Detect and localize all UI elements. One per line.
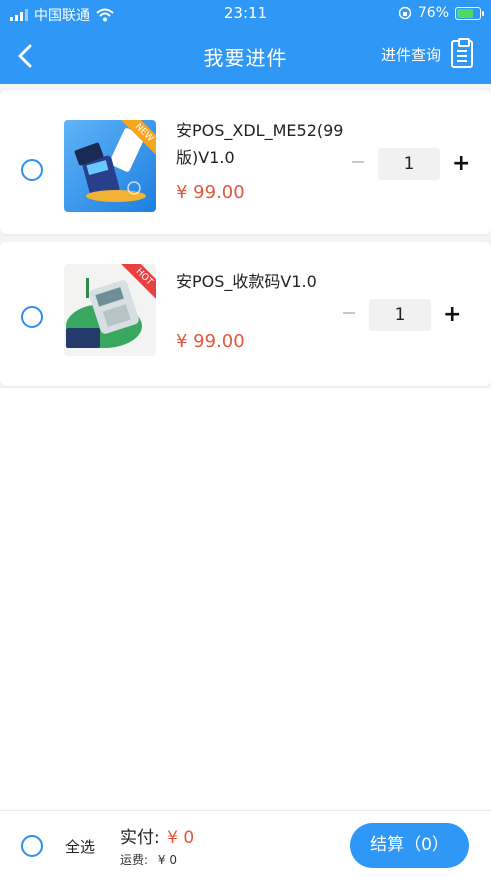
- shipping-amount: ¥ 0: [157, 853, 177, 867]
- rotation-lock-icon: [398, 6, 412, 20]
- product-name: 安POS_XDL_ME52(99版)V1.0: [176, 121, 344, 167]
- paid-total: 实付: ¥ 0: [120, 823, 194, 848]
- product-card: HOT 安POS_收款码V1.0 ¥ 99.00 1 +: [0, 242, 491, 386]
- battery-percent: 76%: [417, 5, 449, 21]
- increase-button[interactable]: +: [452, 152, 470, 176]
- status-bar: 中国联通 23:11 76%: [0, 0, 491, 28]
- query-button[interactable]: 进件查询: [380, 38, 473, 68]
- increase-button[interactable]: +: [443, 303, 461, 327]
- select-all-label[interactable]: 全选: [65, 836, 95, 857]
- decrease-button[interactable]: [343, 312, 355, 314]
- product-select-radio[interactable]: [21, 306, 43, 328]
- product-price: ¥ 99.00: [176, 331, 245, 352]
- paid-amount: ¥ 0: [167, 828, 195, 848]
- quantity-field[interactable]: 1: [378, 148, 440, 180]
- clipboard-icon: [451, 38, 473, 68]
- shipping-fee: 运费: ¥ 0: [120, 851, 177, 868]
- select-all-radio[interactable]: [21, 835, 43, 857]
- checkout-bar: 全选 实付: ¥ 0 运费: ¥ 0 结算（0）: [0, 810, 491, 877]
- back-arrow-icon[interactable]: [14, 42, 38, 70]
- product-image: HOT: [64, 264, 156, 356]
- product-card: NEW 安POS_XDL_ME52(99版)V1.0 ¥ 99.00 1 +: [0, 90, 491, 234]
- empty-area: [0, 388, 491, 810]
- shipping-label: 运费:: [120, 853, 149, 867]
- status-right: 76%: [398, 5, 484, 21]
- app-header: 中国联通 23:11 76% 我要进件 进件查询: [0, 0, 491, 84]
- paid-label: 实付:: [120, 828, 160, 848]
- product-price: ¥ 99.00: [176, 182, 245, 203]
- checkout-button[interactable]: 结算（0）: [350, 823, 469, 868]
- quantity-field[interactable]: 1: [369, 299, 431, 331]
- product-select-radio[interactable]: [21, 159, 43, 181]
- product-list: NEW 安POS_XDL_ME52(99版)V1.0 ¥ 99.00 1 + H…: [0, 84, 491, 810]
- battery-icon: [455, 6, 484, 20]
- nav-bar: 我要进件 进件查询: [0, 28, 491, 84]
- decrease-button[interactable]: [352, 161, 364, 163]
- product-image: NEW: [64, 120, 156, 212]
- query-label: 进件查询: [380, 45, 441, 64]
- product-name: 安POS_收款码V1.0: [176, 272, 317, 291]
- battery-fill: [457, 8, 473, 18]
